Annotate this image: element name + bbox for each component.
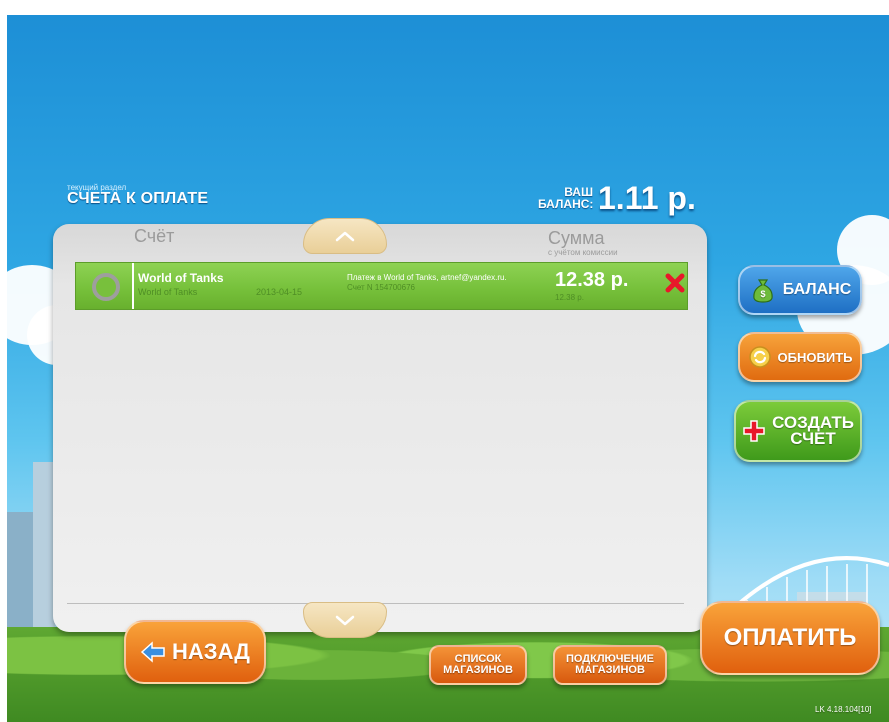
invoice-name: World of Tanks (138, 271, 224, 285)
refresh-button[interactable]: ОБНОВИТЬ (738, 332, 862, 382)
delete-icon[interactable] (664, 272, 686, 294)
shops-list-button[interactable]: СПИСОК МАГАЗИНОВ (429, 645, 527, 685)
connect-shops-label: ПОДКЛЮЧЕНИЕ МАГАЗИНОВ (566, 654, 654, 676)
balance-button[interactable]: $ БАЛАНС (738, 265, 862, 315)
balance-label: ВАШ БАЛАНС: (538, 186, 593, 210)
shops-list-label: СПИСОК МАГАЗИНОВ (443, 654, 513, 676)
money-bag-icon: $ (749, 276, 777, 304)
balance-button-label: БАЛАНС (782, 281, 852, 298)
create-invoice-label: СОЗДАТЬ СЧЕТ (772, 414, 854, 448)
balance-label-line2: БАЛАНС: (538, 197, 594, 211)
shops-list-label-line2: МАГАЗИНОВ (443, 664, 513, 676)
invoice-sub-name: World of Tanks (138, 287, 198, 297)
column-header-account: Счёт (134, 226, 175, 246)
invoice-row[interactable]: World of Tanks World of Tanks 2013-04-15… (75, 262, 688, 310)
back-button[interactable]: НАЗАД (124, 620, 266, 684)
invoice-description: Платеж в World of Tanks, artnef@yandex.r… (347, 273, 507, 293)
scroll-up-button[interactable] (303, 218, 387, 254)
create-invoice-button[interactable]: СОЗДАТЬ СЧЕТ (734, 400, 862, 462)
invoice-description-line2: Счет N 154700676 (347, 283, 415, 292)
back-button-label: НАЗАД (172, 639, 250, 664)
column-header-sum-note: с учётом комиссии (548, 248, 618, 257)
plus-icon (742, 419, 766, 443)
arrow-left-icon (140, 641, 166, 663)
invoice-description-line1: Платеж в World of Tanks, artnef@yandex.r… (347, 273, 507, 282)
refresh-button-label: ОБНОВИТЬ (777, 349, 853, 365)
building (33, 462, 55, 652)
invoice-amount-with-fee: 12.38 р. (555, 293, 584, 302)
pay-button[interactable]: ОПЛАТИТЬ (700, 601, 880, 675)
invoice-date: 2013-04-15 (256, 287, 303, 297)
svg-text:$: $ (760, 289, 765, 299)
chevron-down-icon (335, 615, 355, 626)
version-label: LK 4.18.104[10] (815, 705, 872, 714)
chevron-up-icon (335, 231, 355, 242)
connect-shops-button[interactable]: ПОДКЛЮЧЕНИЕ МАГАЗИНОВ (553, 645, 667, 685)
pay-button-label: ОПЛАТИТЬ (723, 624, 857, 651)
row-select-radio[interactable] (92, 273, 120, 301)
scroll-down-button[interactable] (303, 602, 387, 638)
page-title: СЧЕТА К ОПЛАТЕ (67, 190, 209, 207)
create-invoice-label-line2: СЧЕТ (790, 429, 836, 448)
refresh-icon (748, 345, 772, 369)
invoice-amount: 12.38 р. (555, 269, 629, 291)
row-divider (132, 263, 134, 309)
connect-shops-label-line2: МАГАЗИНОВ (575, 664, 645, 676)
column-header-sum: Сумма (548, 228, 605, 248)
balance-value: 1.11 р. (598, 180, 696, 216)
